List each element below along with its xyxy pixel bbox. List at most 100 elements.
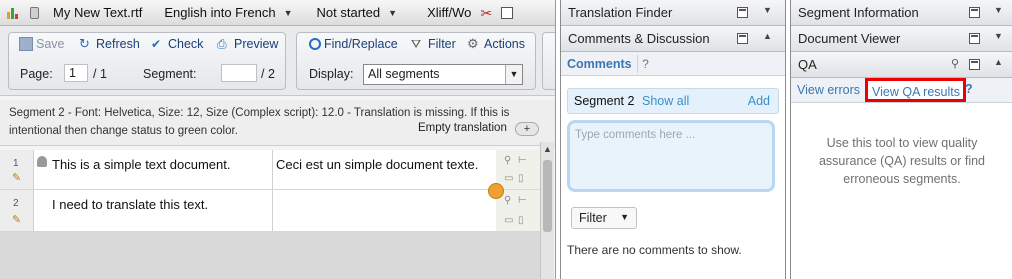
tab-comments[interactable]: Comments xyxy=(567,57,632,71)
comment-icon[interactable]: ▭ xyxy=(504,216,514,226)
find-replace-button[interactable]: Find/Replace xyxy=(309,37,398,51)
status-dropdown[interactable]: Not started ▼ xyxy=(317,5,398,20)
document-title: My New Text.rtf xyxy=(53,5,143,20)
page-total: / 1 xyxy=(93,67,107,81)
chevron-up-icon[interactable]: ▲ xyxy=(543,144,552,154)
segment-label: Segment: xyxy=(143,67,197,81)
comment-input[interactable]: Type comments here ... xyxy=(567,120,775,192)
filter-button[interactable]: ⛛ Filter xyxy=(411,37,456,51)
help-tab[interactable]: ? xyxy=(637,55,651,73)
maximize-button[interactable] xyxy=(969,59,980,70)
segment-information-header[interactable]: Segment Information ▼ xyxy=(791,0,1012,26)
scrollbar-thumb[interactable] xyxy=(543,160,552,232)
grid-empty-area xyxy=(0,232,540,279)
search-icon xyxy=(309,38,321,50)
refresh-icon: ↻ xyxy=(79,36,90,51)
toolbar-group-overflow xyxy=(542,32,555,90)
table-row[interactable]: 2 ✎ I need to translate this text. ⚲ ⊢ ▭… xyxy=(0,190,540,232)
refresh-button[interactable]: ↻ Refresh xyxy=(79,36,140,52)
help-tab[interactable]: ? xyxy=(965,82,973,96)
row-number-cell: 1 ✎ xyxy=(0,150,34,189)
row-icons: ⚲ ⊢ ▭ ▯ xyxy=(496,150,540,189)
chevron-down-icon[interactable]: ▼ xyxy=(763,5,772,15)
maximize-button[interactable] xyxy=(969,7,980,18)
translation-finder-title: Translation Finder xyxy=(568,5,673,20)
chevron-down-icon: ▼ xyxy=(620,212,629,222)
display-select[interactable]: All segments ▼ xyxy=(363,64,523,85)
chevron-down-icon[interactable]: ▼ xyxy=(994,31,1003,41)
language-pair-label: English into French xyxy=(164,5,276,20)
gear-icon: ⚙ xyxy=(467,36,479,51)
check-label: Check xyxy=(168,37,204,51)
chart-icon xyxy=(6,6,20,20)
table-row[interactable]: 1 ✎ This is a simple text document. Ceci… xyxy=(0,150,540,190)
segment-info-bar: Segment 2 - Font: Helvetica, Size: 12, S… xyxy=(0,100,555,146)
segment-information-title: Segment Information xyxy=(798,5,919,20)
filter-dropdown[interactable]: Filter ▼ xyxy=(571,207,637,229)
actions-label: Actions xyxy=(484,37,525,51)
check-button[interactable]: ✔ Check xyxy=(151,37,203,51)
show-all-link[interactable]: Show all xyxy=(642,94,689,108)
tab-view-errors[interactable]: View errors xyxy=(797,83,860,97)
translation-finder-header[interactable]: Translation Finder ▼ xyxy=(561,0,785,26)
xliff-label[interactable]: Xliff/Wo xyxy=(427,5,471,20)
language-pair-dropdown[interactable]: English into French ▼ xyxy=(164,5,292,20)
maximize-button[interactable] xyxy=(501,6,514,19)
source-text[interactable]: This is a simple text document. xyxy=(52,157,230,172)
column-divider xyxy=(272,150,273,189)
document-viewer-title: Document Viewer xyxy=(798,31,901,46)
pin-icon[interactable]: ⚲ xyxy=(504,196,514,206)
refresh-label: Refresh xyxy=(96,37,140,51)
toolbar-group-file: Save ↻ Refresh ✔ Check ⎙ Preview Page: 1… xyxy=(8,32,286,90)
preview-button[interactable]: ⎙ Preview xyxy=(217,37,278,51)
split-icon[interactable]: ⊢ xyxy=(518,156,528,166)
comments-discussion-header[interactable]: Comments & Discussion ▲ xyxy=(561,26,785,52)
qa-title: QA xyxy=(798,57,817,72)
qa-tabs: View errors View QA results ? xyxy=(791,78,1012,103)
status-indicator-icon[interactable] xyxy=(488,183,504,199)
filter-label: Filter xyxy=(428,37,456,51)
middle-pane: Translation Finder ▼ Comments & Discussi… xyxy=(560,0,786,279)
row-icons: ⚲ ⊢ ▭ ▯ xyxy=(496,190,540,231)
maximize-button[interactable] xyxy=(737,7,748,18)
tools-icon[interactable]: ✂ xyxy=(477,4,495,22)
lock-icon[interactable]: ▯ xyxy=(518,216,528,226)
segment-input[interactable] xyxy=(221,64,257,82)
pin-icon[interactable]: ⚲ xyxy=(504,156,514,166)
chevron-down-icon: ▼ xyxy=(505,65,522,84)
lock-icon[interactable]: ▯ xyxy=(518,174,528,184)
display-label: Display: xyxy=(309,67,354,81)
comment-icon[interactable]: ▭ xyxy=(504,174,514,184)
pin-icon[interactable]: ⚲ xyxy=(951,57,959,70)
segment-comment-bar: Segment 2 Show all Add xyxy=(567,88,779,114)
comment-placeholder: Type comments here ... xyxy=(575,129,696,141)
save-label: Save xyxy=(36,37,65,51)
chevron-up-icon[interactable]: ▲ xyxy=(994,57,1003,67)
maximize-button[interactable] xyxy=(737,33,748,44)
target-text[interactable]: Ceci est un simple document texte. xyxy=(276,157,478,172)
document-viewer-header[interactable]: Document Viewer ▼ xyxy=(791,26,1012,52)
segment-label: Segment 2 xyxy=(574,94,635,108)
chevron-down-icon: ▼ xyxy=(388,7,398,18)
target-edit-cell[interactable] xyxy=(273,190,495,231)
filter-icon: ⛛ xyxy=(411,37,422,51)
source-text[interactable]: I need to translate this text. xyxy=(52,197,208,212)
status-label: Not started xyxy=(316,5,381,20)
chevron-down-icon[interactable]: ▼ xyxy=(994,5,1003,15)
add-comment-link[interactable]: Add xyxy=(748,94,770,108)
maximize-button[interactable] xyxy=(969,33,980,44)
qa-description: Use this tool to view quality assurance … xyxy=(818,136,986,186)
grid-scrollbar[interactable]: ▲ xyxy=(540,142,554,279)
qa-header[interactable]: QA ⚲ ▲ xyxy=(791,52,1012,78)
add-button[interactable]: + xyxy=(515,122,539,136)
row-number: 2 xyxy=(13,198,19,209)
save-button[interactable]: Save xyxy=(19,37,65,51)
page-input[interactable]: 1 xyxy=(64,64,88,82)
split-icon[interactable]: ⊢ xyxy=(518,196,528,206)
chevron-up-icon[interactable]: ▲ xyxy=(763,31,772,41)
tab-view-qa-results[interactable]: View QA results xyxy=(865,78,967,102)
actions-button[interactable]: ⚙ Actions xyxy=(467,36,525,52)
segment-grid: 1 ✎ This is a simple text document. Ceci… xyxy=(0,150,540,232)
editor-toolbar: Save ↻ Refresh ✔ Check ⎙ Preview Page: 1… xyxy=(0,26,555,96)
chevron-down-icon: ▼ xyxy=(283,7,293,18)
